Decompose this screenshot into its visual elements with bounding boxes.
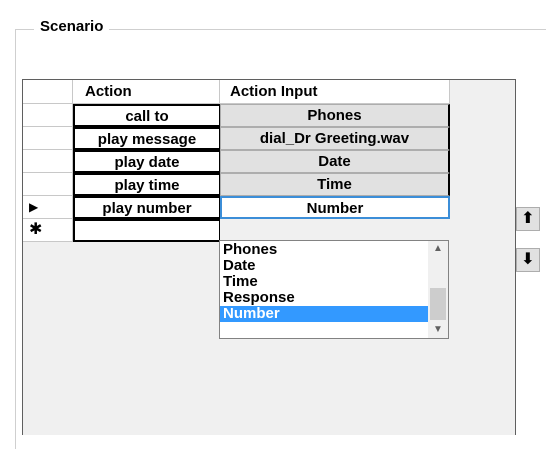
action-cell-3[interactable]: play date bbox=[73, 150, 220, 173]
row-header-2[interactable] bbox=[23, 127, 73, 150]
action-input-dropdown-list[interactable]: Phones Date Time Response Number ▲ ▼ bbox=[219, 240, 449, 339]
scenario-group-title: Scenario bbox=[34, 18, 110, 35]
scroll-down-arrow-icon[interactable]: ▼ bbox=[428, 322, 448, 338]
action-cell-1[interactable]: call to bbox=[73, 104, 220, 127]
dropdown-option-date[interactable]: Date bbox=[220, 258, 428, 274]
column-header-action-input[interactable]: Action Input bbox=[220, 80, 450, 104]
dropdown-option-time[interactable]: Time bbox=[220, 274, 428, 290]
row-header-3[interactable] bbox=[23, 150, 73, 173]
new-row-marker[interactable]: ✱ bbox=[23, 219, 73, 242]
action-cell-5[interactable]: play number bbox=[73, 196, 220, 219]
new-row-action-cell[interactable] bbox=[73, 219, 220, 242]
current-row-indicator[interactable]: ▶ bbox=[23, 196, 73, 219]
action-input-cell-3[interactable]: Date bbox=[220, 150, 450, 173]
dropdown-scrollbar[interactable]: ▲ ▼ bbox=[428, 241, 448, 338]
scroll-up-arrow-icon[interactable]: ▲ bbox=[428, 241, 448, 257]
action-input-cell-2[interactable]: dial_Dr Greeting.wav bbox=[220, 127, 450, 150]
row-header-1[interactable] bbox=[23, 104, 73, 127]
dropdown-option-number[interactable]: Number bbox=[220, 306, 428, 322]
move-up-button[interactable]: ⬆ bbox=[516, 207, 540, 231]
action-input-cell-4[interactable]: Time bbox=[220, 173, 450, 196]
action-input-combobox[interactable]: Number bbox=[220, 196, 450, 219]
scroll-thumb[interactable] bbox=[430, 288, 446, 320]
dropdown-option-response[interactable]: Response bbox=[220, 290, 428, 306]
arrow-down-icon: ⬇ bbox=[521, 251, 535, 268]
dropdown-option-phones[interactable]: Phones bbox=[220, 242, 428, 258]
move-down-button[interactable]: ⬇ bbox=[516, 248, 540, 272]
column-header-action[interactable]: Action bbox=[73, 80, 220, 104]
action-cell-2[interactable]: play message bbox=[73, 127, 220, 150]
row-header-corner bbox=[23, 80, 73, 104]
action-cell-4[interactable]: play time bbox=[73, 173, 220, 196]
arrow-up-icon: ⬆ bbox=[521, 210, 535, 227]
action-input-cell-1[interactable]: Phones bbox=[220, 104, 450, 127]
row-header-4[interactable] bbox=[23, 173, 73, 196]
